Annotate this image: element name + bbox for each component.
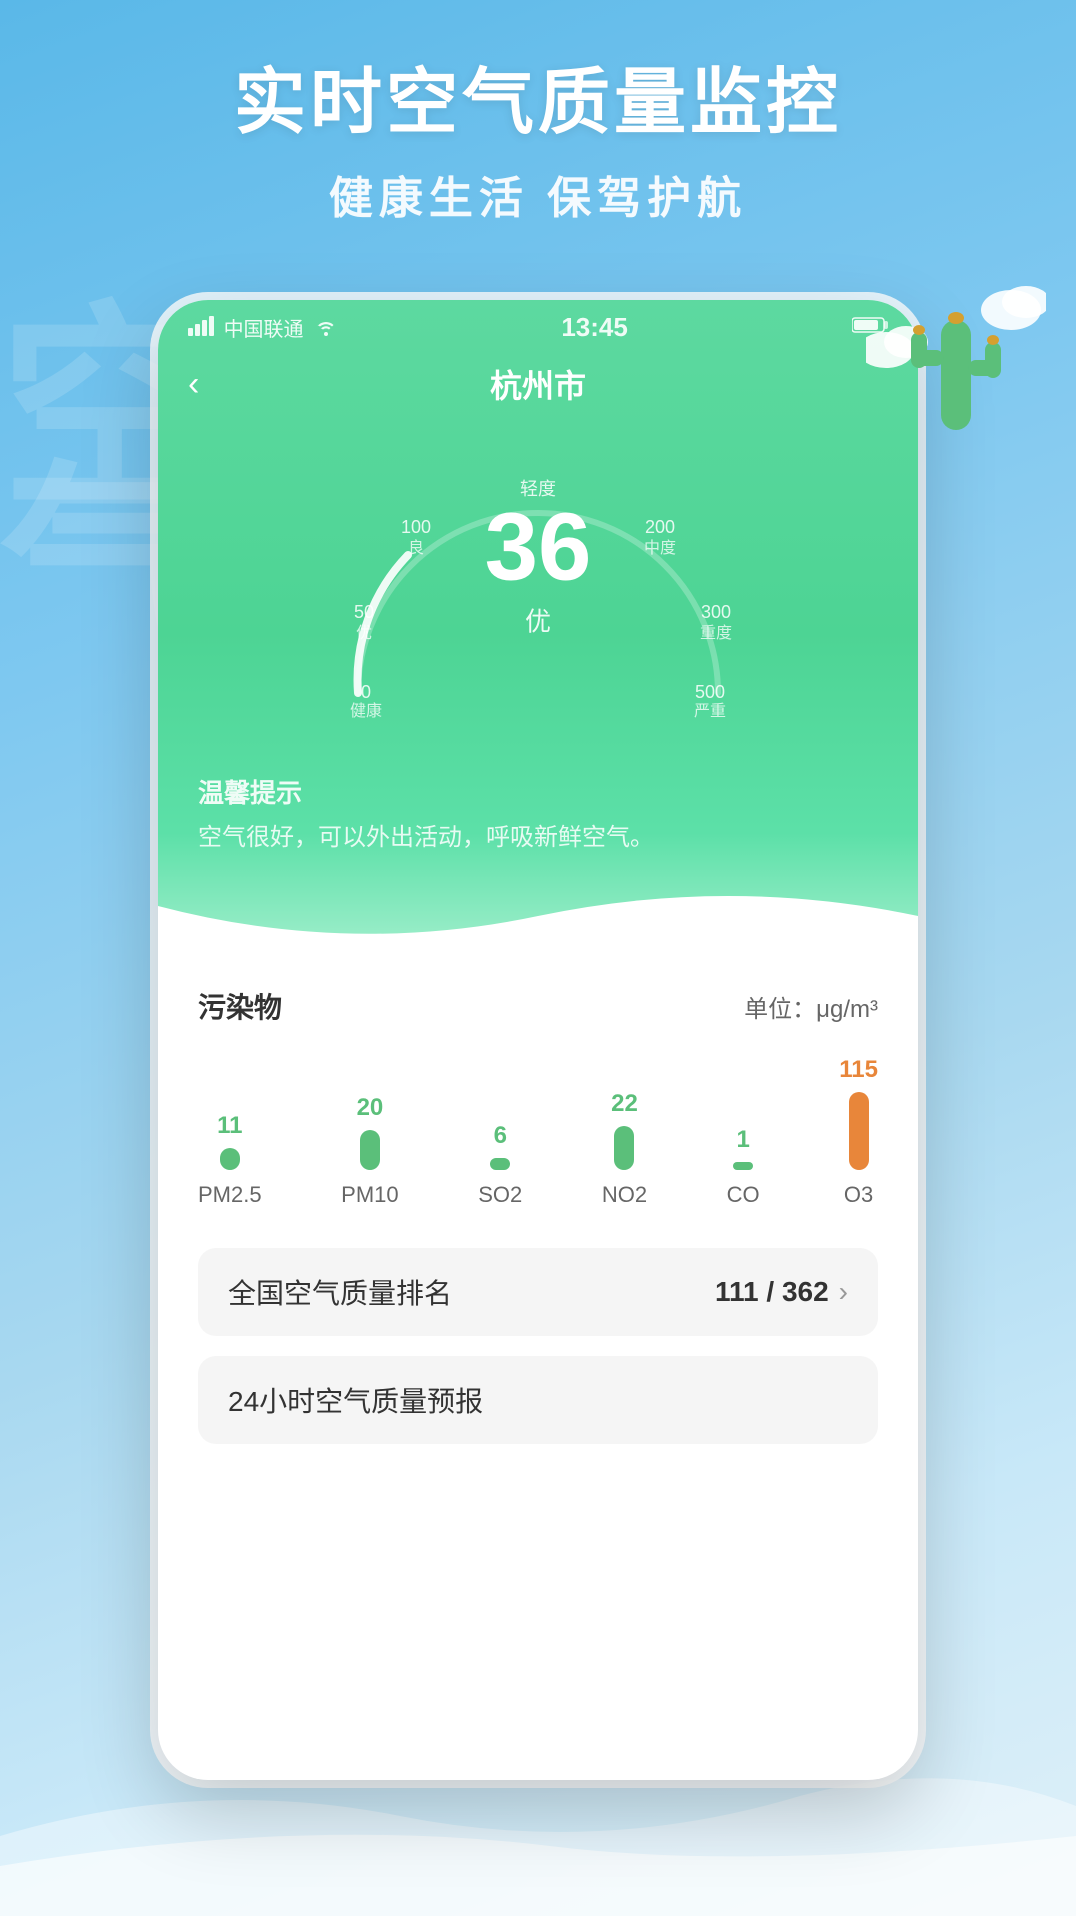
pollutant-name: PM10	[341, 1182, 398, 1208]
gauge-wrapper: 轻度 100 良 200 中度 50 优 300 重度	[308, 433, 768, 733]
pollutant-value: 115	[839, 1056, 878, 1084]
pollutants-row: 11 PM2.5 20 PM10 6 SO2 22 NO2 1 CO 115 O…	[198, 1056, 878, 1208]
pollutant-bar	[360, 1130, 380, 1170]
gauge-container: 轻度 100 良 200 中度 50 优 300 重度	[158, 423, 918, 753]
app-white-section: 污染物 单位：μg/m³ 11 PM2.5 20 PM10 6 SO2 22 N…	[158, 966, 918, 1494]
pollutant-item: 20 PM10	[341, 1094, 398, 1208]
svg-text:良: 良	[408, 539, 424, 557]
tips-title: 温馨提示	[198, 773, 878, 810]
pollutant-name: PM2.5	[198, 1182, 262, 1208]
status-bar: 中国联通 13:45	[158, 300, 918, 351]
pollutant-value: 22	[611, 1090, 638, 1118]
svg-text:300: 300	[701, 602, 731, 622]
pollutant-item: 115 O3	[839, 1056, 878, 1208]
pollutant-item: 11 PM2.5	[198, 1112, 262, 1208]
city-title: 杭州市	[490, 361, 586, 407]
status-time: 13:45	[561, 312, 628, 343]
pollutant-name: SO2	[478, 1182, 522, 1208]
svg-text:50: 50	[354, 602, 374, 622]
pollutant-name: CO	[727, 1182, 760, 1208]
nav-bar: ‹ 杭州市	[158, 351, 918, 423]
pollutant-name: O3	[844, 1182, 873, 1208]
svg-text:200: 200	[645, 517, 675, 537]
svg-text:健康: 健康	[350, 702, 382, 720]
pollutant-value: 20	[357, 1094, 384, 1122]
wave-divider	[158, 886, 918, 966]
pollutant-bar	[733, 1162, 753, 1170]
pollutant-bar	[614, 1126, 634, 1170]
ranking-card[interactable]: 全国空气质量排名 111 / 362 ›	[198, 1248, 878, 1336]
pollutant-value: 11	[217, 1112, 242, 1140]
carrier-signal: 中国联通	[188, 313, 337, 342]
pollutant-value: 6	[494, 1122, 507, 1150]
svg-text:严重: 严重	[694, 702, 726, 720]
app-green-section: 中国联通 13:45 ‹ 杭州市	[158, 300, 918, 966]
header-section: 实时空气质量监控 健康生活 保驾护航	[0, 0, 1076, 226]
forecast-card[interactable]: 24小时空气质量预报	[198, 1356, 878, 1444]
svg-text:100: 100	[401, 517, 431, 537]
pollutant-value: 1	[736, 1126, 749, 1154]
pollutant-item: 6 SO2	[478, 1122, 522, 1208]
pollutant-bar	[220, 1148, 240, 1170]
aqi-quality: 优	[485, 602, 592, 639]
sub-title: 健康生活 保驾护航	[0, 162, 1076, 226]
pollutants-unit: 单位：μg/m³	[744, 989, 878, 1024]
phone-mockup: 中国联通 13:45 ‹ 杭州市	[158, 300, 918, 1780]
wifi-icon	[315, 319, 337, 341]
back-button[interactable]: ‹	[188, 365, 199, 404]
forecast-label: 24小时空气质量预报	[228, 1380, 483, 1420]
aqi-value: 36	[485, 500, 592, 596]
signal-bars: 中国联通	[188, 319, 337, 341]
ranking-arrow: ›	[839, 1276, 848, 1308]
pollutants-label: 污染物	[198, 986, 282, 1026]
gauge-center: 36 优	[485, 500, 592, 639]
pollutant-item: 1 CO	[727, 1126, 760, 1208]
ranking-label: 全国空气质量排名	[228, 1272, 452, 1312]
pollutant-bar	[490, 1158, 510, 1170]
pollutant-item: 22 NO2	[602, 1090, 647, 1208]
svg-text:优: 优	[356, 624, 372, 642]
svg-text:0: 0	[361, 682, 371, 702]
ranking-value: 111 / 362	[715, 1276, 829, 1308]
carrier-name: 中国联通	[224, 319, 304, 341]
pollutants-header: 污染物 单位：μg/m³	[198, 986, 878, 1026]
tips-content: 空气很好，可以外出活动，呼吸新鲜空气。	[198, 820, 878, 856]
pollutant-bar	[849, 1092, 869, 1170]
pollutant-name: NO2	[602, 1182, 647, 1208]
main-title: 实时空气质量监控	[0, 60, 1076, 146]
cactus-decoration	[866, 260, 1046, 460]
svg-text:重度: 重度	[700, 624, 732, 642]
tips-section: 温馨提示 空气很好，可以外出活动，呼吸新鲜空气。	[158, 753, 918, 896]
svg-text:500: 500	[695, 682, 725, 702]
svg-text:中度: 中度	[644, 539, 676, 557]
